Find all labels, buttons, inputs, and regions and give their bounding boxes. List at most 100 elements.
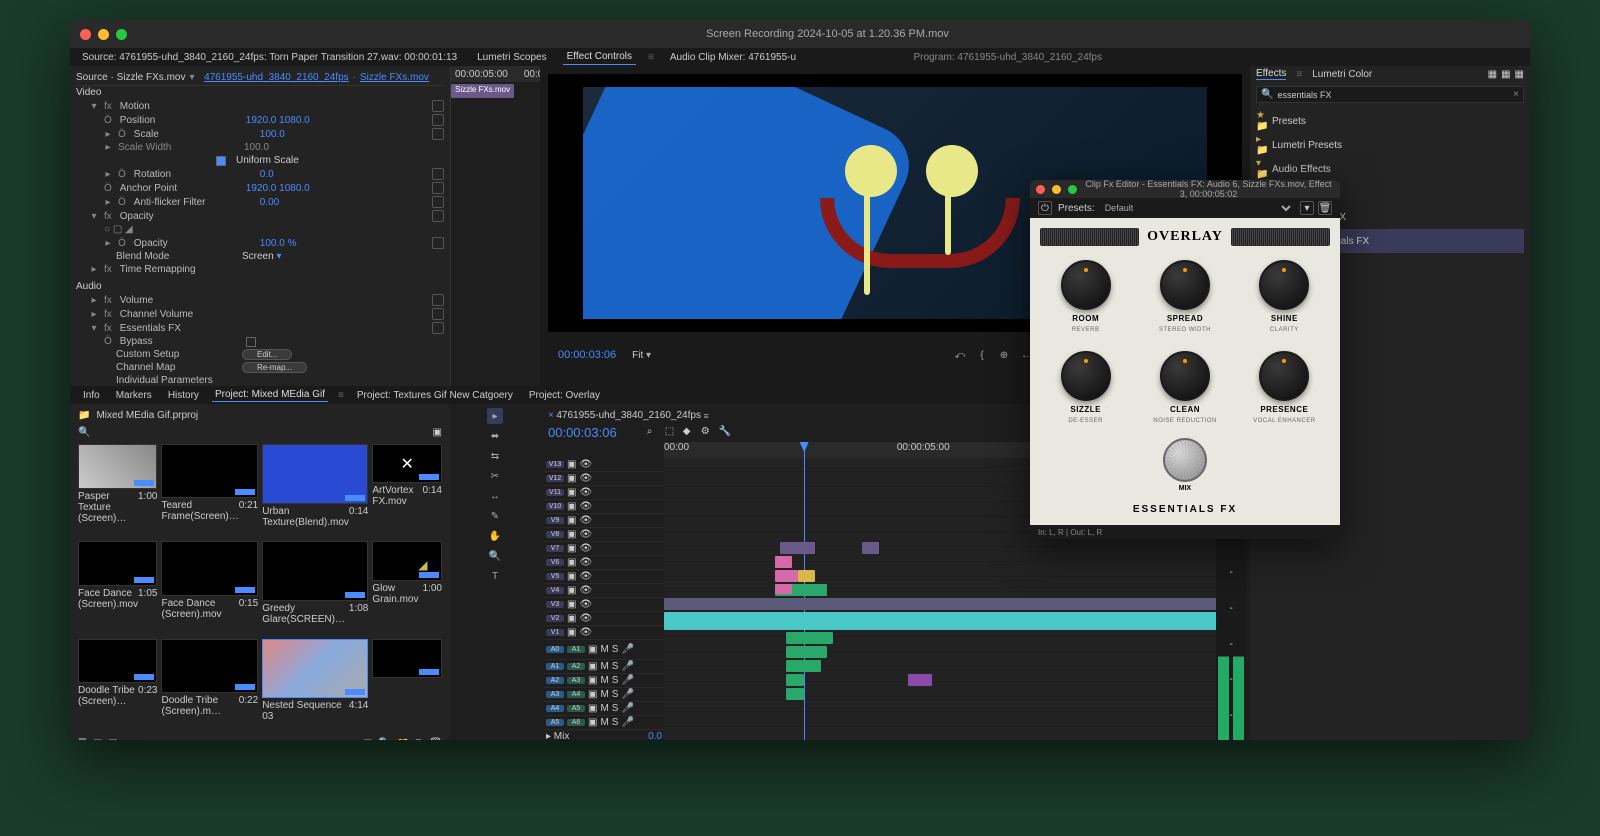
settings-icon[interactable]: ⚙ [701, 426, 715, 440]
clear-icon[interactable]: × [1513, 89, 1519, 100]
selection-tool-icon[interactable]: ▸ [487, 408, 503, 424]
audio-track-header[interactable]: A1A2▣MS🎤 [544, 660, 664, 674]
timeline-clip[interactable] [775, 584, 792, 594]
ripple-tool-icon[interactable]: ⇆ [487, 448, 503, 464]
effects-tab[interactable]: Effects [1256, 68, 1286, 80]
blend-mode-select[interactable]: Screen ▾ [242, 251, 362, 262]
audio-track-header[interactable]: A5A6▣MS🎤 [544, 716, 664, 730]
minimize-icon[interactable] [1052, 185, 1061, 194]
video-track-header[interactable]: V8▣👁 [544, 528, 664, 542]
effect-keyframe-timeline[interactable]: 00:00:05:0000:00:05:0600:00:05:09 Sizzle… [450, 66, 540, 386]
channel-volume-effect[interactable]: Channel Volume [120, 309, 240, 320]
reset-icon[interactable] [432, 237, 444, 249]
snap-icon[interactable]: ⌕ [647, 426, 661, 440]
transport-icon[interactable]: ⊕ [996, 347, 1012, 363]
timeline-clip[interactable] [664, 612, 1246, 630]
knob-clean[interactable]: CLEANNOISE REDUCTION [1147, 351, 1222, 424]
effects-tree-item[interactable]: ▾ 📁Audio Effects [1256, 157, 1524, 181]
mix-knob[interactable]: MIX [1163, 438, 1207, 492]
info-tab[interactable]: Info [80, 389, 103, 402]
timeline-timecode[interactable]: 00:00:03:06 [548, 425, 617, 440]
rotation-value[interactable]: 0.0 [260, 169, 380, 180]
timeline-clip[interactable] [908, 674, 931, 686]
effects-icon[interactable]: ▦ [1488, 69, 1497, 80]
project-item[interactable]: Pasper Texture (Screen)…1:00 [78, 444, 157, 537]
markers-tab[interactable]: Markers [113, 389, 155, 402]
project-item[interactable]: Greedy Glare(SCREEN)…1:08 [262, 541, 368, 634]
effects-icon[interactable]: ▦ [1515, 69, 1524, 80]
audio-track-header[interactable]: A3A4▣MS🎤 [544, 688, 664, 702]
link-icon[interactable]: ⬚ [665, 426, 679, 440]
sequence-tab[interactable]: 4761955-uhd_3840_2160_24fps [556, 410, 701, 421]
plugin-window[interactable]: Clip Fx Editor - Essentials FX: Audio 6,… [1030, 180, 1340, 539]
scale-value[interactable]: 100.0 [260, 129, 380, 140]
project-item[interactable]: Nested Sequence 034:14 [262, 639, 368, 732]
project-textures-tab[interactable]: Project: Textures Gif New Catgoery [354, 389, 516, 402]
position-value[interactable]: 1920.0 1080.0 [246, 115, 366, 126]
video-track-header[interactable]: V1▣👁 [544, 626, 664, 640]
knob-presence[interactable]: PRESENCEVOCAL ENHANCER [1247, 351, 1322, 424]
reset-icon[interactable] [432, 128, 444, 140]
minimize-icon[interactable] [98, 29, 109, 40]
project-item[interactable] [372, 639, 442, 732]
timeline-clip[interactable] [786, 632, 833, 644]
bin-icon[interactable]: 📁 [78, 410, 90, 421]
program-timecode[interactable]: 00:00:03:06 [558, 349, 616, 361]
lumetri-color-tab[interactable]: Lumetri Color [1312, 69, 1372, 80]
time-remap[interactable]: Time Remapping [120, 264, 240, 275]
knob-shine[interactable]: SHINECLARITY [1247, 260, 1322, 333]
effects-tree-item[interactable]: ▸ 📁Lumetri Presets [1256, 133, 1524, 157]
video-track-header[interactable]: V5▣👁 [544, 570, 664, 584]
bypass-checkbox[interactable] [246, 337, 256, 347]
knob-room[interactable]: ROOMREVERB [1048, 260, 1123, 333]
reset-icon[interactable] [432, 100, 444, 112]
effects-search[interactable]: 🔍 × [1256, 86, 1524, 103]
prev-preset-icon[interactable]: ▾ [1300, 201, 1314, 215]
fit-select[interactable]: Fit ▾ [632, 350, 651, 361]
slip-tool-icon[interactable]: ↔ [487, 488, 503, 504]
pen-tool-icon[interactable]: ✎ [487, 508, 503, 524]
remap-button[interactable]: Re-map... [242, 362, 307, 373]
project-item[interactable]: ArtVortex FX.mov0:14 [372, 444, 442, 537]
trash-preset-icon[interactable]: 🗑 [1318, 201, 1332, 215]
video-track-header[interactable]: V3▣👁 [544, 598, 664, 612]
timeline-clip[interactable] [862, 542, 879, 554]
titlebar[interactable]: Screen Recording 2024-10-05 at 1.20.36 P… [70, 20, 1530, 48]
volume-effect[interactable]: Volume [120, 295, 240, 306]
list-view-icon[interactable]: ☰ [78, 738, 87, 740]
video-track-header[interactable]: V12▣👁 [544, 472, 664, 486]
power-icon[interactable]: ⏻ [1038, 201, 1052, 215]
effects-icon[interactable]: ▦ [1501, 69, 1510, 80]
search-input[interactable] [1277, 90, 1509, 100]
motion-effect[interactable]: Motion [120, 101, 240, 112]
close-icon[interactable] [1036, 185, 1045, 194]
zoom-tool-icon[interactable]: 🔍 [487, 548, 503, 564]
folder-icon[interactable]: ▣ [433, 427, 442, 438]
track-select-tool-icon[interactable]: ⬌ [487, 428, 503, 444]
audio-track-header[interactable]: A4A5▣MS🎤 [544, 702, 664, 716]
reset-icon[interactable] [432, 114, 444, 126]
project-item[interactable]: Doodle Tribe (Screen)…0:23 [78, 639, 157, 732]
reset-icon[interactable] [432, 168, 444, 180]
reset-icon[interactable] [432, 196, 444, 208]
edit-button[interactable]: Edit... [242, 349, 292, 360]
video-track-header[interactable]: V6▣👁 [544, 556, 664, 570]
essentials-fx-effect[interactable]: Essentials FX [120, 323, 240, 334]
project-item[interactable]: Doodle Tribe (Screen).m…0:22 [161, 639, 258, 732]
timeline-clip[interactable] [786, 646, 827, 658]
clip-link[interactable]: Sizzle FXs.mov [360, 72, 429, 83]
type-tool-icon[interactable]: T [487, 568, 503, 584]
keyframe-clip[interactable]: Sizzle FXs.mov [451, 84, 514, 98]
video-track-header[interactable]: V4▣👁 [544, 584, 664, 598]
timeline-clip[interactable] [664, 598, 1246, 610]
audio-track-header[interactable]: A2A3▣MS🎤 [544, 674, 664, 688]
preset-select[interactable]: Default [1101, 202, 1294, 214]
project-item[interactable]: Teared Frame(Screen)…0:21 [161, 444, 258, 537]
transport-icon[interactable]: { [974, 347, 990, 363]
project-overlay-tab[interactable]: Project: Overlay [526, 389, 603, 402]
uniform-scale-checkbox[interactable] [216, 156, 226, 166]
lumetri-scopes-tab[interactable]: Lumetri Scopes [473, 50, 550, 65]
automate-icon[interactable]: ⬓ [363, 738, 372, 740]
effects-tree-item[interactable]: ★ 📁Presets [1256, 109, 1524, 133]
zoom-icon[interactable] [1068, 185, 1077, 194]
